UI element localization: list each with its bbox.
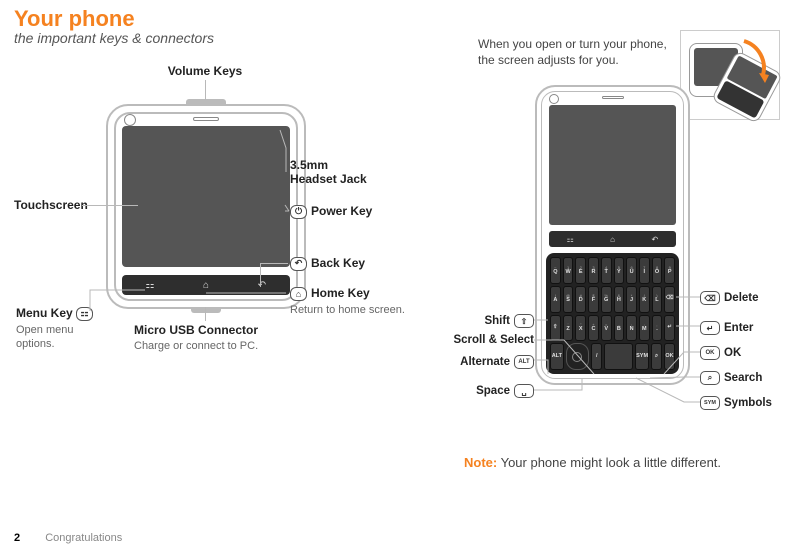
key: 8O — [652, 257, 663, 284]
shift-icon: ⇧ — [514, 314, 534, 328]
key: @S — [563, 286, 574, 313]
keyboard: ~Q1W2E3R4T5Y6U7I8O9P !A@S#D$F%G&H*J(K)L⌫… — [546, 253, 679, 374]
key: ↵ — [664, 315, 675, 342]
motorola-logo-icon — [549, 94, 559, 104]
label-enter: ↵Enter — [700, 321, 753, 335]
key: ~Q — [550, 257, 561, 284]
key: ,. — [652, 315, 663, 342]
touchscreen — [122, 126, 290, 267]
key: 6U — [626, 257, 637, 284]
key: (K — [639, 286, 650, 313]
label-touchscreen: Touchscreen — [14, 198, 88, 212]
page-footer: 2 Congratulations — [14, 532, 122, 544]
key: 3R — [588, 257, 599, 284]
note-label: Note: — [464, 455, 497, 470]
page-title: Your phone — [14, 6, 135, 32]
delete-icon: ⌫ — [700, 291, 720, 305]
label-alternate: AlternateALT — [442, 355, 534, 369]
rotation-inset — [680, 30, 780, 120]
key: ⌕ — [651, 343, 662, 370]
label-scroll-select: Scroll & Select — [434, 334, 534, 346]
key: / — [591, 343, 602, 370]
key: =V — [601, 315, 612, 342]
back-icon: ↶ — [634, 231, 676, 247]
key: #D — [575, 286, 586, 313]
ok-icon: OK — [700, 346, 720, 360]
key — [604, 343, 633, 370]
label-headset-jack: 3.5mmHeadset Jack — [290, 158, 367, 187]
key: 2E — [575, 257, 586, 284]
label-usb-sub: Charge or connect to PC. — [134, 339, 258, 353]
key: ⌫ — [664, 286, 675, 313]
touchscreen — [549, 105, 676, 225]
back-icon: ↶ — [234, 275, 290, 295]
label-usb: Micro USB Connector Charge or connect to… — [134, 323, 258, 353]
scroll-pad — [566, 343, 590, 370]
label-power-key: ⏻Power Key — [290, 204, 372, 219]
key: ;N — [626, 315, 637, 342]
motorola-logo-icon — [124, 114, 136, 126]
page-number: 2 — [14, 532, 20, 544]
page-subtitle: the important keys & connectors — [14, 30, 214, 46]
key: :M — [639, 315, 650, 342]
label-volume-keys: Volume Keys — [0, 64, 410, 78]
key: 7I — [639, 257, 650, 284]
key: *J — [626, 286, 637, 313]
menu-icon: ⚏ — [122, 275, 178, 295]
speaker-icon — [193, 117, 219, 121]
key: &H — [614, 286, 625, 313]
phone-open: ⚏ ⌂ ↶ ~Q1W2E3R4T5Y6U7I8O9P !A@S#D$F%G&H*… — [535, 85, 690, 385]
label-delete: ⌫Delete — [700, 291, 759, 305]
label-search: ⌕Search — [700, 371, 762, 385]
space-icon: ␣ — [514, 384, 534, 398]
label-home-key-sub: Return to home screen. — [290, 303, 405, 317]
alt-icon: ALT — [514, 355, 534, 369]
nav-bar: ⚏ ⌂ ↶ — [122, 275, 290, 295]
label-home-key: ⌂Home Key Return to home screen. — [290, 286, 405, 317]
key: -B — [614, 315, 625, 342]
power-icon: ⏻ — [290, 205, 307, 219]
bottom-note: Note: Your phone might look a little dif… — [464, 455, 721, 470]
phone-front: ⚏ ⌂ ↶ — [106, 104, 306, 309]
key: 1W — [563, 257, 574, 284]
nav-bar: ⚏ ⌂ ↶ — [549, 231, 676, 247]
key: ⇧ — [550, 315, 561, 342]
key: "X — [575, 315, 586, 342]
key: )L — [652, 286, 663, 313]
key: $F — [588, 286, 599, 313]
home-icon: ⌂ — [178, 275, 234, 295]
label-space: Space␣ — [456, 384, 534, 398]
note-text: Your phone might look a little different… — [497, 455, 721, 470]
footer-section: Congratulations — [45, 532, 122, 544]
menu-key-icon: ⚏ — [76, 307, 93, 321]
menu-icon: ⚏ — [549, 231, 591, 247]
rotate-arrow-icon — [699, 35, 769, 105]
key: 9P — [664, 257, 675, 284]
speaker-icon — [602, 96, 624, 99]
label-symbols: SYMSymbols — [700, 396, 772, 410]
label-menu-key: Menu Key ⚏ Open menu options. — [16, 306, 97, 351]
key: 5Y — [614, 257, 625, 284]
key: +C — [588, 315, 599, 342]
label-menu-key-sub: Open menu options. — [16, 323, 86, 352]
home-icon: ⌂ — [591, 231, 633, 247]
label-ok: OKOK — [700, 346, 741, 360]
search-icon: ⌕ — [700, 371, 720, 385]
label-shift: Shift⇧ — [450, 314, 534, 328]
label-back-key: ↶Back Key — [290, 256, 365, 271]
enter-icon: ↵ — [700, 321, 720, 335]
key: %G — [601, 286, 612, 313]
key: SYM — [635, 343, 649, 370]
key: OK — [664, 343, 675, 370]
open-note: When you open or turn your phone, the sc… — [478, 36, 678, 68]
key: ALT — [550, 343, 564, 370]
key: !A — [550, 286, 561, 313]
back-key-icon: ↶ — [290, 257, 307, 271]
home-key-icon: ⌂ — [290, 287, 307, 301]
key: 'Z — [563, 315, 574, 342]
key: 4T — [601, 257, 612, 284]
sym-icon: SYM — [700, 396, 720, 410]
